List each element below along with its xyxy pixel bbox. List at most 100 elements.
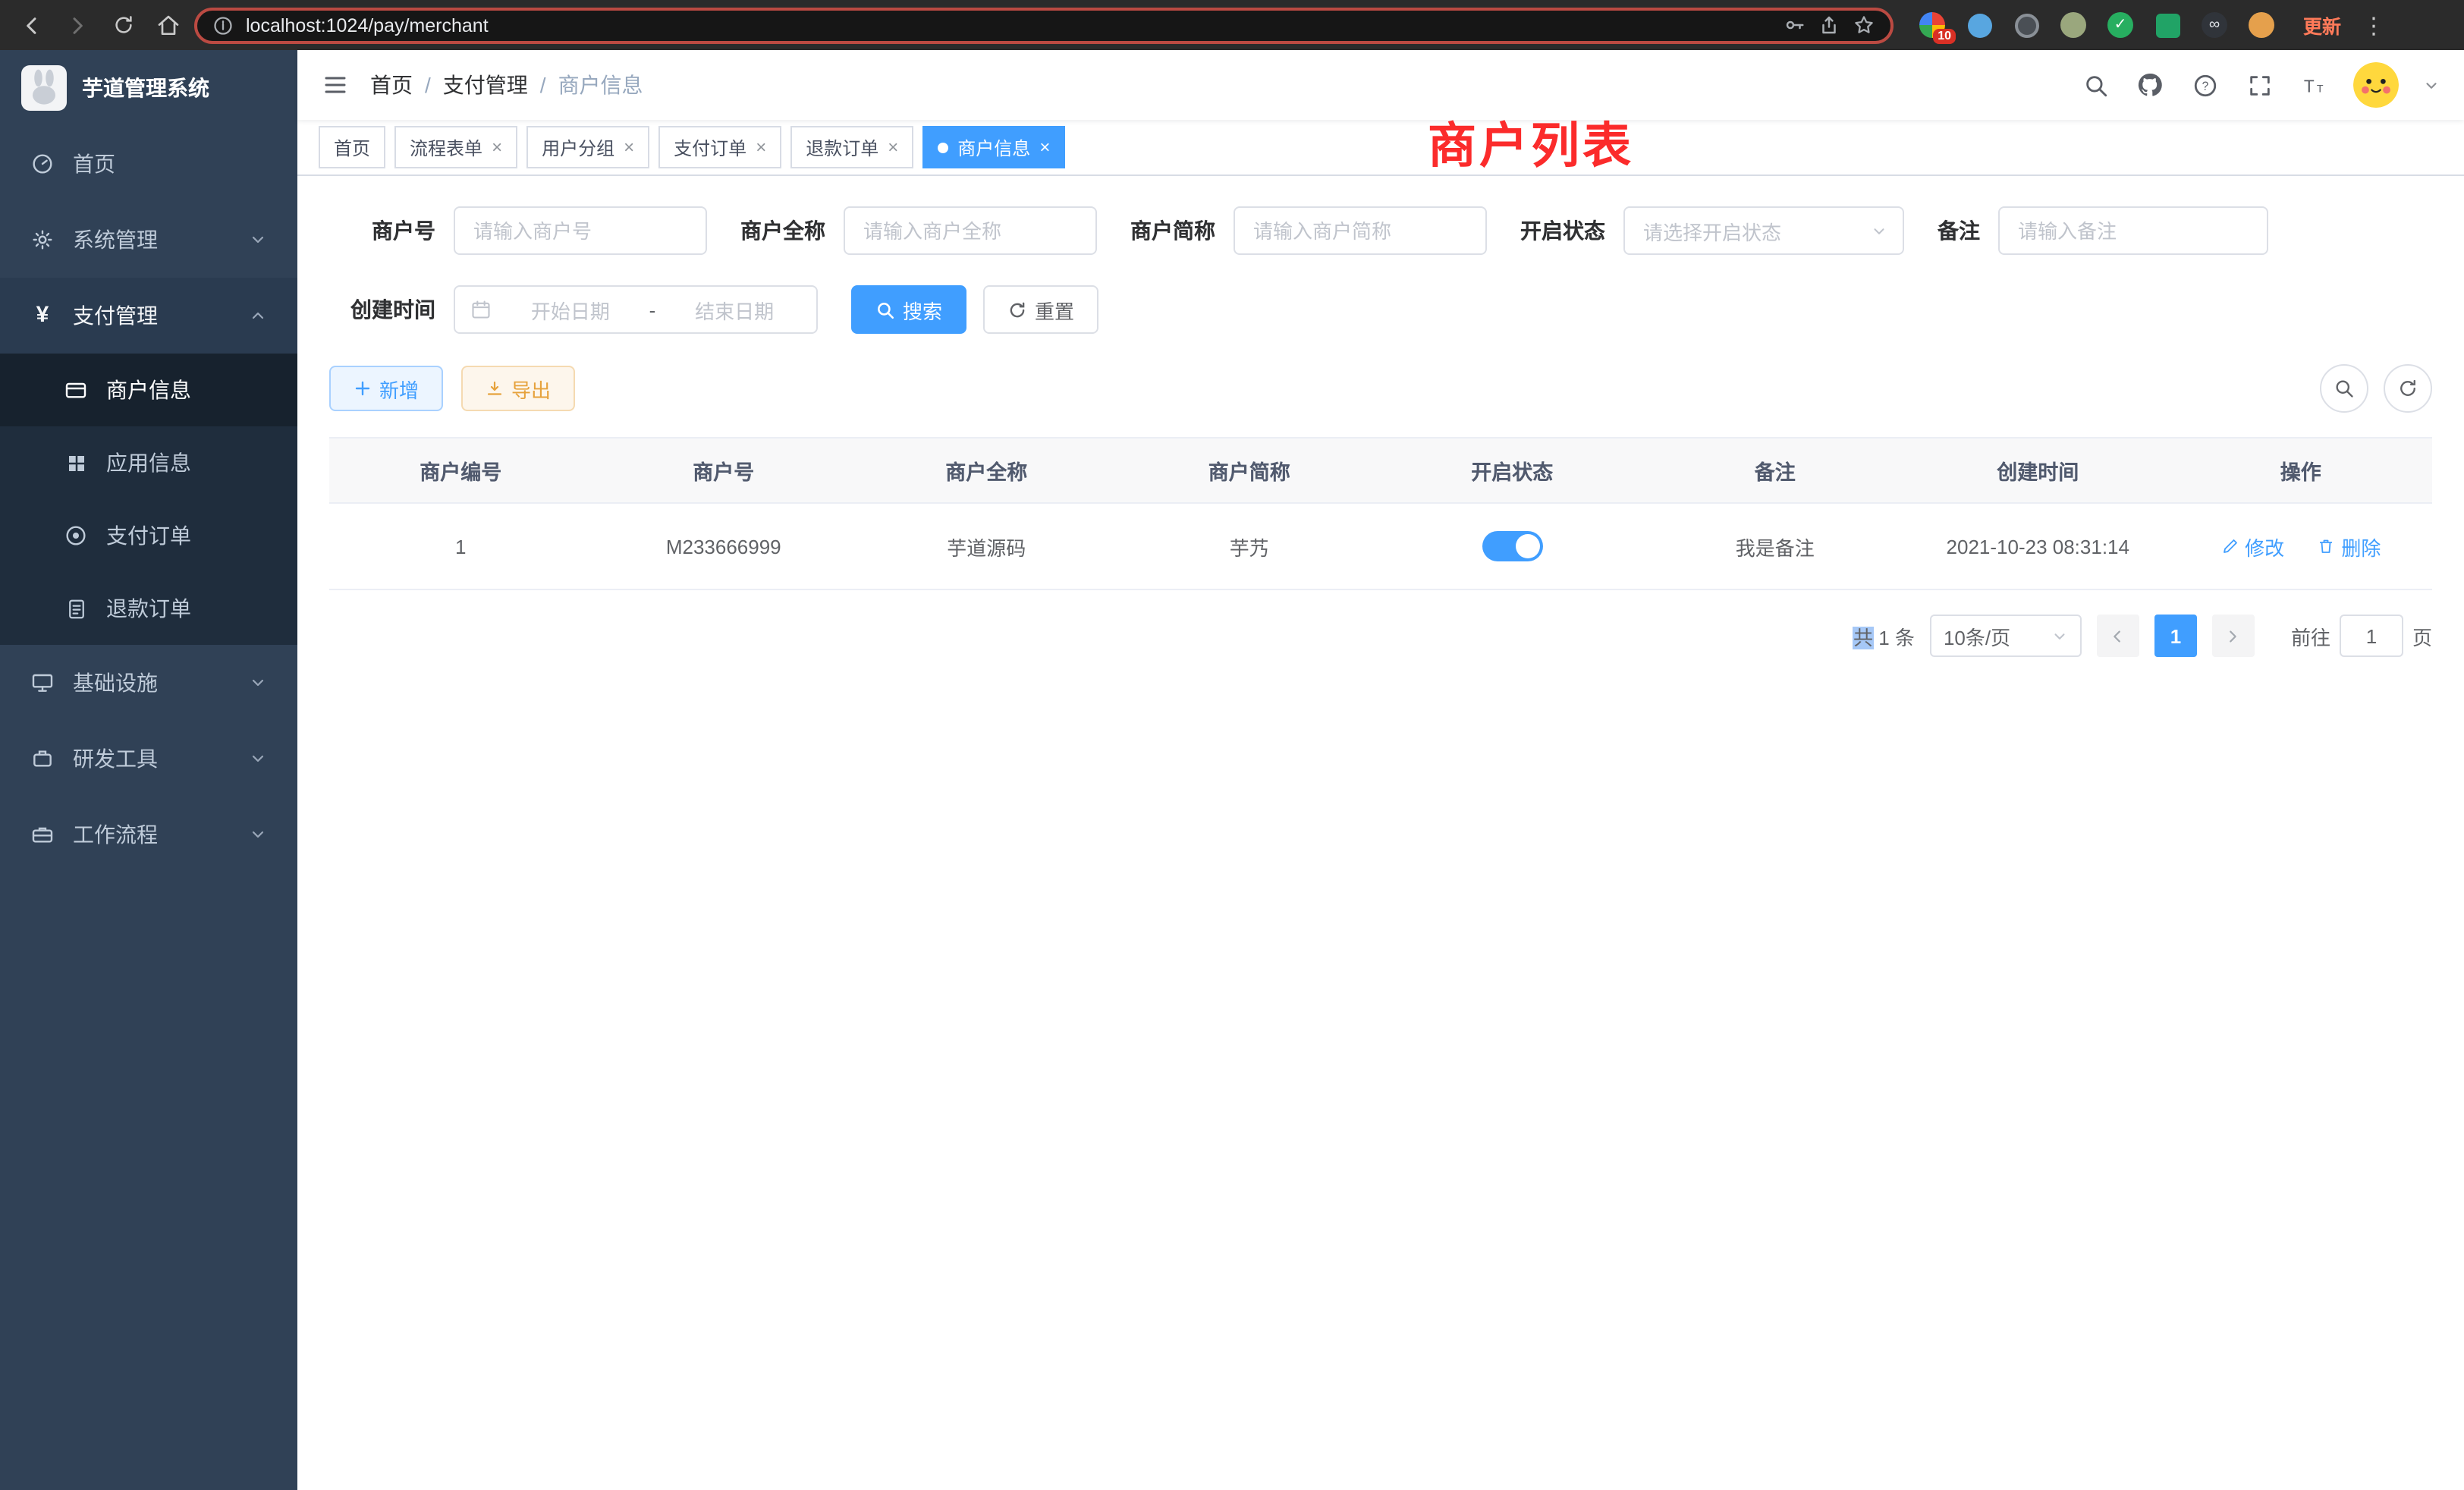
chevron-down-icon — [1871, 222, 1887, 239]
table-toolbar: 新增 导出 — [329, 364, 2432, 413]
merchant-no-input[interactable] — [454, 206, 707, 255]
page-size-select[interactable]: 10条/页 — [1930, 615, 2082, 657]
cell-full-name: 芋道源码 — [855, 503, 1118, 589]
page-number-button[interactable]: 1 — [2154, 615, 2197, 657]
reset-button[interactable]: 重置 — [983, 285, 1098, 334]
browser-reload-button[interactable] — [103, 5, 143, 45]
sidebar-item-system[interactable]: 系统管理 — [0, 202, 297, 278]
gear-icon — [30, 228, 55, 252]
breadcrumb-separator: / — [425, 73, 431, 97]
add-button-label: 新增 — [379, 374, 419, 403]
refresh-table-button[interactable] — [2384, 364, 2432, 413]
fullscreen-icon[interactable] — [2244, 70, 2274, 100]
extension-green-square-icon[interactable] — [2153, 11, 2182, 39]
next-page-button[interactable] — [2212, 615, 2255, 657]
tab-close-icon[interactable]: × — [624, 137, 634, 158]
add-button[interactable]: 新增 — [329, 366, 443, 411]
sidebar-item-workflow[interactable]: 工作流程 — [0, 797, 297, 872]
tab-close-icon[interactable]: × — [1039, 137, 1050, 158]
breadcrumb-payment[interactable]: 支付管理 — [443, 70, 528, 100]
remark-input[interactable] — [1998, 206, 2268, 255]
bookmark-star-icon[interactable] — [1853, 14, 1875, 36]
navbar-right-tools: ? TT — [2080, 62, 2440, 108]
browser-menu-icon[interactable]: ⋮ — [2362, 11, 2385, 39]
user-menu-caret-icon[interactable] — [2423, 77, 2440, 93]
tab-close-icon[interactable]: × — [888, 137, 898, 158]
home-icon — [156, 13, 181, 37]
svg-text:T: T — [2303, 76, 2314, 96]
browser-forward-button[interactable] — [58, 5, 97, 45]
goto-page-input[interactable] — [2340, 615, 2403, 657]
page-size-value: 10条/页 — [1944, 621, 2010, 650]
tab-merchant-info[interactable]: 商户信息 × — [922, 126, 1065, 168]
table-right-tools — [2320, 364, 2432, 413]
full-name-input[interactable] — [844, 206, 1097, 255]
tab-close-icon[interactable]: × — [756, 137, 766, 158]
search-button-label: 搜索 — [903, 295, 942, 324]
cell-short-name: 芋艿 — [1118, 503, 1381, 589]
help-icon[interactable]: ? — [2189, 70, 2220, 100]
page-content: 商户号 商户全称 商户简称 开启状态 请选择开启状态 — [297, 176, 2464, 1490]
sidebar-toggle-button[interactable] — [322, 71, 349, 99]
extension-pinwheel-icon[interactable]: 10 — [1918, 11, 1947, 39]
site-info-icon[interactable] — [212, 14, 234, 36]
extension-green-circle-icon[interactable]: ✓ — [2106, 11, 2135, 39]
end-date-placeholder: 结束日期 — [668, 295, 801, 324]
github-icon[interactable] — [2135, 70, 2165, 100]
header-search-icon[interactable] — [2080, 70, 2110, 100]
browser-update-button[interactable]: 更新 — [2303, 11, 2341, 39]
tab-process-form[interactable]: 流程表单 × — [394, 126, 517, 168]
status-select[interactable]: 请选择开启状态 — [1623, 206, 1904, 255]
extension-puzzle-icon[interactable]: ∞ — [2200, 11, 2229, 39]
sidebar-item-dev-tools[interactable]: 研发工具 — [0, 721, 297, 797]
profile-avatar-icon[interactable] — [2247, 11, 2276, 39]
page-unit-label: 页 — [2412, 621, 2432, 650]
sidebar-item-infrastructure[interactable]: 基础设施 — [0, 645, 297, 721]
app-title: 芋道管理系统 — [82, 73, 209, 103]
sidebar-item-pay-orders[interactable]: 支付订单 — [0, 499, 297, 572]
extension-avatar-icon[interactable] — [2059, 11, 2088, 39]
tab-home[interactable]: 首页 — [319, 126, 385, 168]
table-header-row: 商户编号 商户号 商户全称 商户简称 开启状态 备注 创建时间 操作 — [329, 438, 2432, 503]
trash-icon — [2317, 537, 2335, 555]
delete-link[interactable]: 删除 — [2317, 532, 2381, 561]
tab-label: 首页 — [334, 134, 370, 160]
export-button[interactable]: 导出 — [461, 366, 575, 411]
toggle-search-button[interactable] — [2320, 364, 2368, 413]
sidebar-item-payment[interactable]: ¥ 支付管理 — [0, 278, 297, 354]
filter-label: 商户号 — [329, 215, 435, 246]
filter-row-1: 商户号 商户全称 商户简称 开启状态 请选择开启状态 — [329, 206, 2432, 255]
extension-blue-icon[interactable] — [1965, 11, 1994, 39]
sidebar-item-app-info[interactable]: 应用信息 — [0, 426, 297, 499]
share-icon[interactable] — [1818, 14, 1840, 36]
sidebar-submenu-payment: 商户信息 应用信息 支付订单 — [0, 354, 297, 645]
pagination: 共 1 条 10条/页 1 前往 — [329, 615, 2432, 657]
col-merchant-no: 商户号 — [592, 438, 856, 503]
tab-pay-orders[interactable]: 支付订单 × — [658, 126, 781, 168]
sidebar-item-label: 系统管理 — [73, 225, 158, 255]
tab-user-group[interactable]: 用户分组 × — [526, 126, 649, 168]
search-button[interactable]: 搜索 — [851, 285, 966, 334]
sidebar-item-home[interactable]: 首页 — [0, 126, 297, 202]
breadcrumb-home[interactable]: 首页 — [370, 70, 413, 100]
short-name-input[interactable] — [1234, 206, 1487, 255]
password-key-icon[interactable] — [1783, 14, 1806, 36]
prev-page-button[interactable] — [2097, 615, 2139, 657]
browser-back-button[interactable] — [12, 5, 52, 45]
tab-close-icon[interactable]: × — [492, 137, 502, 158]
browser-home-button[interactable] — [149, 5, 188, 45]
tab-refund-orders[interactable]: 退款订单 × — [790, 126, 913, 168]
date-range-picker[interactable]: 开始日期 - 结束日期 — [454, 285, 818, 334]
download-icon — [486, 379, 504, 398]
font-size-icon[interactable]: TT — [2299, 70, 2329, 100]
user-avatar[interactable] — [2353, 62, 2399, 108]
monitor-icon — [30, 671, 55, 695]
status-toggle[interactable] — [1482, 531, 1542, 561]
sidebar-item-refund-orders[interactable]: 退款订单 — [0, 572, 297, 645]
address-bar[interactable]: localhost:1024/pay/merchant — [194, 7, 1894, 43]
sidebar-item-merchant-info[interactable]: 商户信息 — [0, 354, 297, 426]
extension-dark-ring-icon[interactable] — [2012, 11, 2041, 39]
edit-link[interactable]: 修改 — [2220, 532, 2284, 561]
start-date-placeholder: 开始日期 — [504, 295, 637, 324]
chevron-down-icon — [249, 750, 267, 768]
